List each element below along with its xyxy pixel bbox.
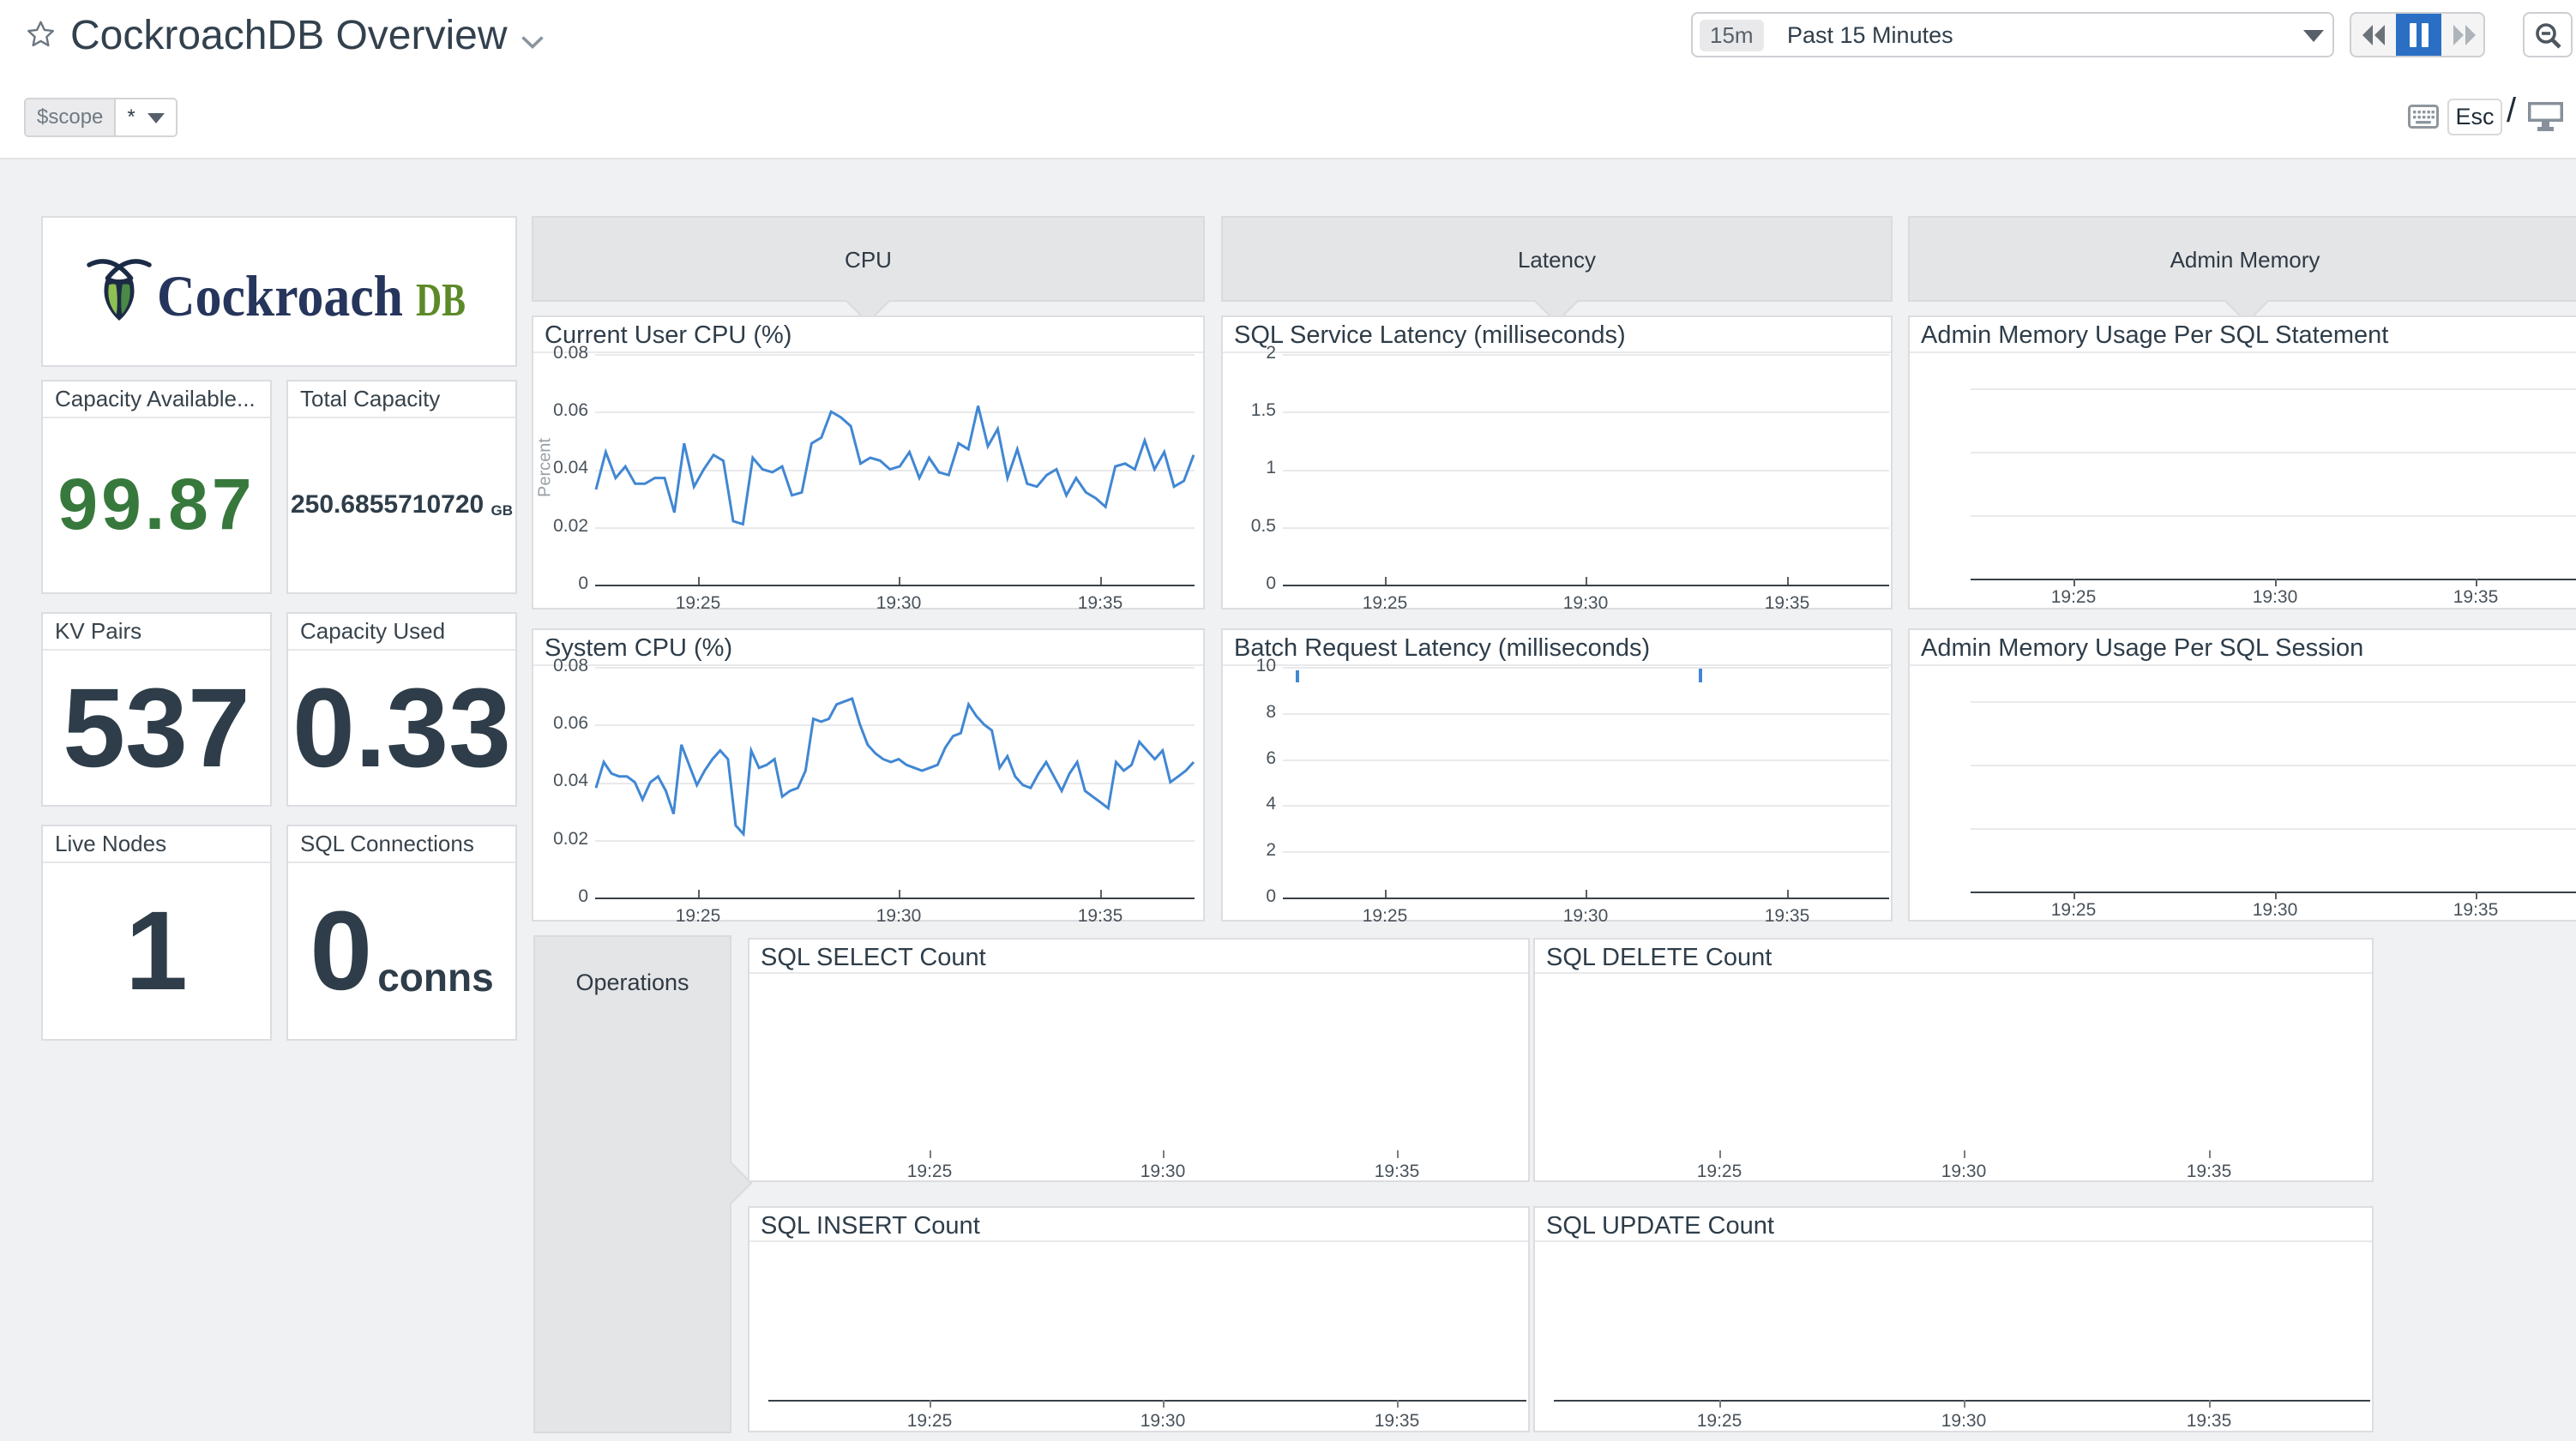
svg-text:DB: DB xyxy=(416,273,466,326)
svg-text:Cockroach: Cockroach xyxy=(157,263,403,328)
